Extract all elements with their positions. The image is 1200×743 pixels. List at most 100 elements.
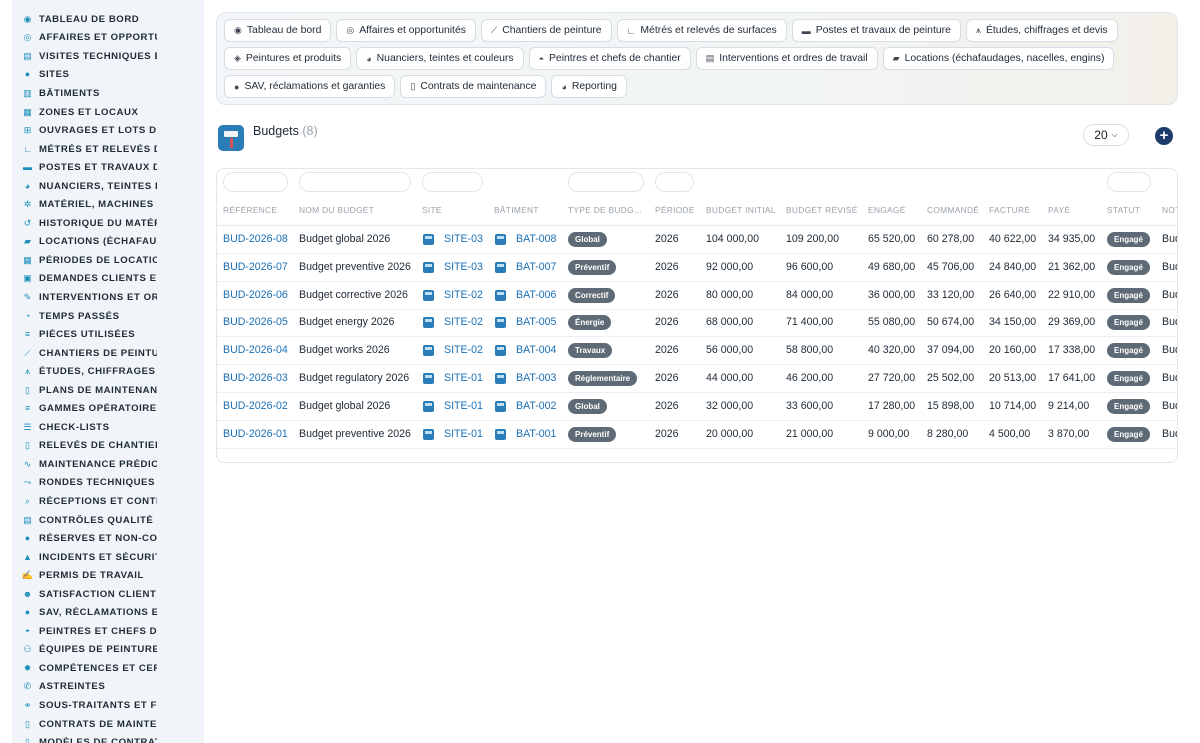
nav-button[interactable]: ▯ Contrats de maintenance	[400, 75, 547, 98]
column-header[interactable]: FACTURÉ	[989, 205, 1030, 215]
building-link[interactable]: BAT-003	[516, 372, 556, 384]
site-link[interactable]: SITE-01	[444, 428, 483, 440]
building-link[interactable]: BAT-008	[516, 233, 556, 245]
site-link[interactable]: SITE-01	[444, 400, 483, 412]
nav-button[interactable]: ▤ Interventions et ordres de travail	[695, 47, 878, 70]
nav-button[interactable]: ∟ Métrés et relevés de surfaces	[616, 19, 787, 42]
column-header[interactable]: STATUT	[1107, 205, 1140, 215]
sidebar-item[interactable]: ⟋ CHANTIERS DE PEINTURE	[12, 344, 204, 363]
nav-button[interactable]: ◉ Tableau de bord	[224, 19, 332, 42]
filter-period[interactable]	[655, 172, 694, 192]
sidebar-item[interactable]: ☰ CHECK-LISTS	[12, 418, 204, 437]
nav-button[interactable]: ◈ Peintures et produits	[224, 47, 352, 70]
reference-link[interactable]: BUD-2026-05	[223, 316, 288, 328]
reference-link[interactable]: BUD-2026-01	[223, 428, 288, 440]
sidebar-item[interactable]: ↺ HISTORIQUE DU MATÉRIEL	[12, 214, 204, 233]
column-header[interactable]: PÉRIODE	[655, 205, 695, 215]
sidebar-item[interactable]: ▯ PLANS DE MAINTENANCE	[12, 381, 204, 400]
sidebar-item[interactable]: ▯ RELEVÉS DE CHANTIER	[12, 437, 204, 456]
sidebar-item[interactable]: ∟ MÉTRÉS ET RELEVÉS DE SURFACES	[12, 140, 204, 159]
nav-button[interactable]: ◎ Affaires et opportunités	[336, 19, 476, 42]
column-header[interactable]: PAYÉ	[1048, 205, 1070, 215]
sidebar-item[interactable]: ▰ LOCATIONS (ÉCHAFAUDAGES)	[12, 233, 204, 252]
sidebar-item[interactable]: ⚭ SOUS-TRAITANTS ET FOURNISSEURS	[12, 696, 204, 715]
table-row[interactable]: BUD-2026-04 Budget works 2026 SITE-02 BAT-0…	[217, 337, 1177, 366]
sidebar-item[interactable]: ▦ PÉRIODES DE LOCATION	[12, 251, 204, 270]
column-header[interactable]: BUDGET INITIAL	[706, 205, 776, 215]
sidebar-item[interactable]: ◔ TEMPS PASSÉS	[12, 307, 204, 326]
sidebar-item[interactable]: ▯ CONTRATS DE MAINTENANCE	[12, 715, 204, 734]
nav-button[interactable]: ⩚ Études, chiffrages et devis	[965, 19, 1118, 42]
sidebar-item[interactable]: ⩚ ÉTUDES, CHIFFRAGES ET DEVIS	[12, 362, 204, 381]
sidebar-item[interactable]: ⊞ OUVRAGES ET LOTS DE TRAVAUX	[12, 121, 204, 140]
sidebar-item[interactable]: ≡ PIÈCES UTILISÉES	[12, 325, 204, 344]
column-header[interactable]: COMMANDÉ	[927, 205, 979, 215]
table-row[interactable]: BUD-2026-03 Budget regulatory 2026 SITE-01…	[217, 365, 1177, 393]
site-link[interactable]: SITE-03	[444, 261, 483, 273]
building-link[interactable]: BAT-004	[516, 344, 556, 356]
table-row[interactable]: BUD-2026-05 Budget energy 2026 SITE-02 BAT-…	[217, 309, 1177, 338]
table-row[interactable]: BUD-2026-07 Budget preventive 2026 SITE-03…	[217, 254, 1177, 282]
site-link[interactable]: SITE-01	[444, 372, 483, 384]
table-row[interactable]: BUD-2026-08 Budget global 2026 SITE-03 BAT-…	[217, 226, 1177, 254]
building-link[interactable]: BAT-005	[516, 316, 556, 328]
column-header[interactable]: ENGAGÉ	[868, 205, 906, 215]
column-header[interactable]: NOM DU BUDGET	[299, 205, 374, 215]
reference-link[interactable]: BUD-2026-07	[223, 261, 288, 273]
sidebar-item[interactable]: ◉ TABLEAU DE BORD	[12, 10, 204, 29]
column-header[interactable]: SITE	[422, 205, 442, 215]
filter-name[interactable]	[299, 172, 411, 192]
table-row[interactable]: BUD-2026-01 Budget preventive 2026 SITE-01…	[217, 421, 1177, 449]
reference-link[interactable]: BUD-2026-03	[223, 372, 288, 384]
sidebar-item[interactable]: ◕ NUANCIERS, TEINTES ET COULEURS	[12, 177, 204, 196]
sidebar-item[interactable]: ▣ DEMANDES CLIENTS ET INTERVENTIONS	[12, 270, 204, 289]
column-header[interactable]: BÂTIMENT	[494, 205, 539, 215]
sidebar-item[interactable]: ⤳ RONDES TECHNIQUES	[12, 474, 204, 493]
sidebar-item[interactable]: ✲ MATÉRIEL, MACHINES ET ENGINS	[12, 195, 204, 214]
filter-site[interactable]	[422, 172, 483, 192]
column-header[interactable]: NOT	[1162, 205, 1177, 215]
sidebar-item[interactable]: ▯ MODÈLES DE CONTRATS	[12, 733, 204, 743]
sidebar-item[interactable]: ✹ COMPÉTENCES ET CERTIFICATIONS	[12, 659, 204, 678]
sidebar-item[interactable]: ▤ VISITES TECHNIQUES ET	[12, 47, 204, 66]
building-link[interactable]: BAT-006	[516, 289, 556, 301]
column-header[interactable]: BUDGET RÉVISÉ	[786, 205, 858, 215]
sidebar-item[interactable]: ● SAV, RÉCLAMATIONS ET GARANTIES	[12, 604, 204, 623]
nav-button[interactable]: ⟋ Chantiers de peinture	[480, 19, 612, 42]
column-header[interactable]: TYPE DE BUDG...	[568, 205, 642, 215]
reference-link[interactable]: BUD-2026-04	[223, 344, 288, 356]
nav-button[interactable]: ▬ Postes et travaux de peinture	[791, 19, 961, 42]
sidebar-item[interactable]: ▬ POSTES ET TRAVAUX DE PEINTURE	[12, 158, 204, 177]
site-link[interactable]: SITE-02	[444, 344, 483, 356]
sidebar-item[interactable]: ● RÉSERVES ET NON-CONFORMITÉS	[12, 529, 204, 548]
filter-reference[interactable]	[223, 172, 288, 192]
building-link[interactable]: BAT-002	[516, 400, 556, 412]
reference-link[interactable]: BUD-2026-02	[223, 400, 288, 412]
sidebar-item[interactable]: ✎ INTERVENTIONS ET ORDRES	[12, 288, 204, 307]
sidebar-item[interactable]: ✆ ASTREINTES	[12, 678, 204, 697]
sidebar-item[interactable]: ◎ AFFAIRES ET OPPORTUNITÉS	[12, 29, 204, 48]
column-header[interactable]: RÉFÉRENCE	[223, 205, 277, 215]
sidebar-item[interactable]: ▥ BÂTIMENTS	[12, 84, 204, 103]
per-page-select[interactable]: 20 ⌵	[1083, 124, 1129, 146]
add-budget-button[interactable]: +	[1155, 127, 1173, 145]
sidebar-item[interactable]: ≡ GAMMES OPÉRATOIRES	[12, 399, 204, 418]
nav-button[interactable]: ◕ Nuanciers, teintes et couleurs	[356, 47, 524, 70]
nav-button[interactable]: ◕ Reporting	[551, 75, 627, 98]
sidebar-item[interactable]: ● SITES	[12, 66, 204, 85]
filter-status[interactable]	[1107, 172, 1151, 192]
sidebar-item[interactable]: ⌕ RÉCEPTIONS ET CONTRÔLES	[12, 492, 204, 511]
table-row[interactable]: BUD-2026-02 Budget global 2026 SITE-01 BAT-…	[217, 393, 1177, 421]
site-link[interactable]: SITE-03	[444, 233, 483, 245]
filter-type[interactable]	[568, 172, 644, 192]
nav-button[interactable]: ▰ Locations (échafaudages, nacelles, engi…	[882, 47, 1115, 70]
reference-link[interactable]: BUD-2026-08	[223, 233, 288, 245]
sidebar-item[interactable]: ▤ CONTRÔLES QUALITÉ ET	[12, 511, 204, 530]
nav-button[interactable]: ● SAV, réclamations et garanties	[224, 75, 396, 98]
table-row[interactable]: BUD-2026-06 Budget corrective 2026 SITE-02…	[217, 282, 1177, 310]
sidebar-item[interactable]: ∿ MAINTENANCE PRÉDICTIVE	[12, 455, 204, 474]
sidebar-item[interactable]: ☻ SATISFACTION CLIENT	[12, 585, 204, 604]
reference-link[interactable]: BUD-2026-06	[223, 289, 288, 301]
sidebar-item[interactable]: ▦ ZONES ET LOCAUX	[12, 103, 204, 122]
building-link[interactable]: BAT-007	[516, 261, 556, 273]
